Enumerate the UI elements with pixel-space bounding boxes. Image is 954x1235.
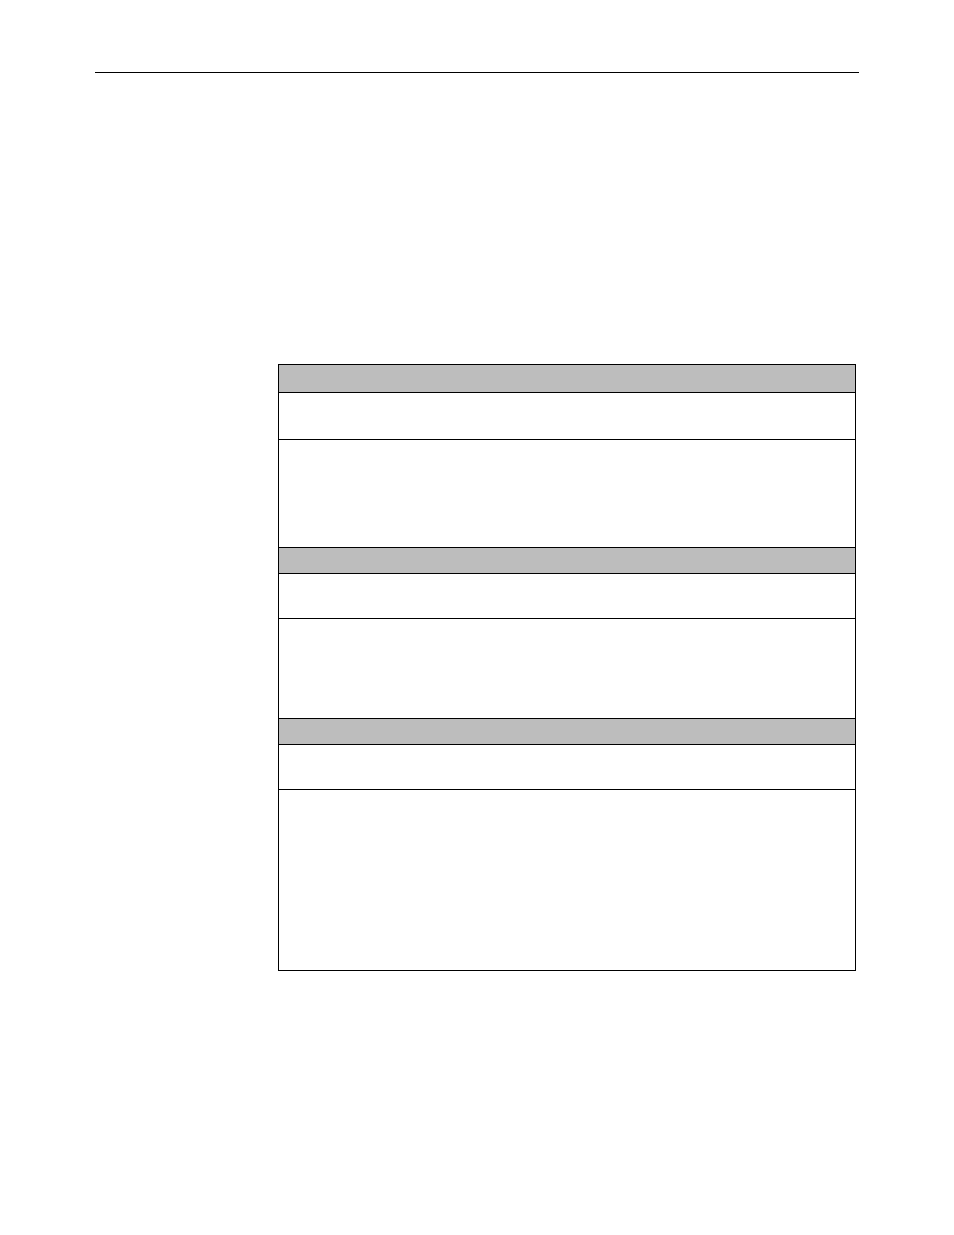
section-row	[279, 790, 855, 970]
section-row	[279, 393, 855, 440]
section-row	[279, 440, 855, 548]
section-header	[279, 365, 855, 393]
document-page	[0, 0, 954, 1235]
content-box	[278, 364, 856, 971]
section-header	[279, 548, 855, 574]
top-rule	[95, 72, 859, 73]
section-row	[279, 745, 855, 790]
section-row	[279, 619, 855, 719]
section-header	[279, 719, 855, 745]
section-row	[279, 574, 855, 619]
